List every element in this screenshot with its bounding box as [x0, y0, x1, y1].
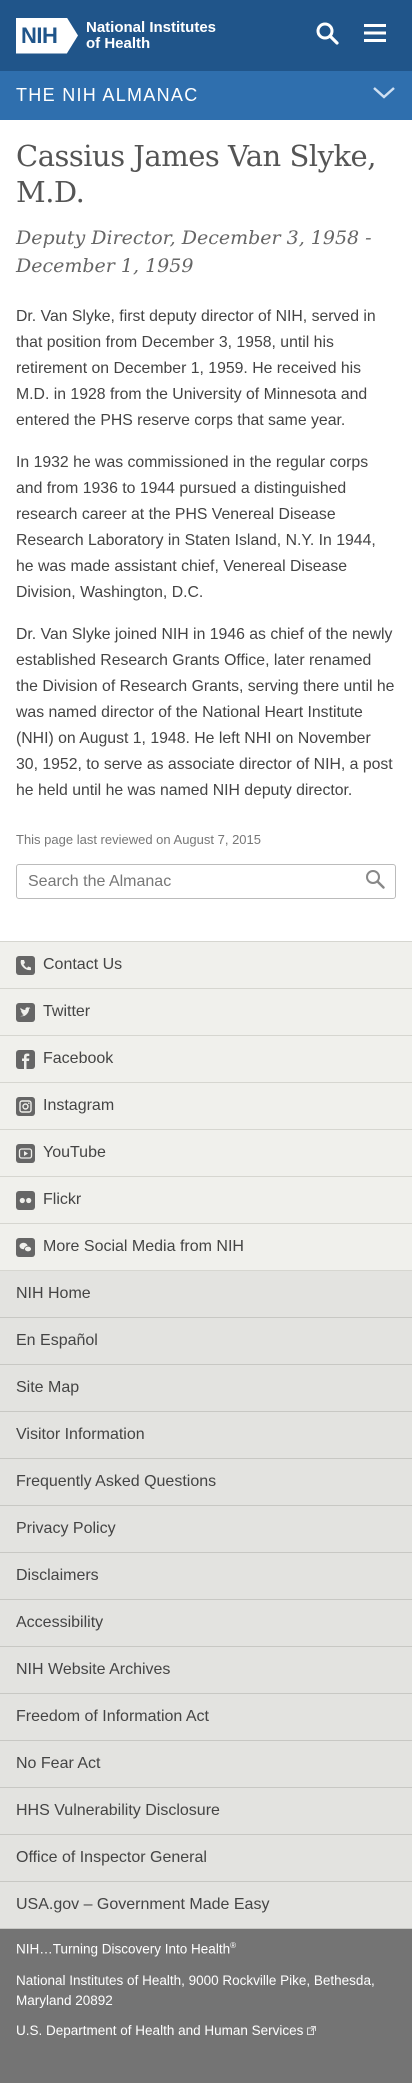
footer-link-nih-home[interactable]: NIH Home — [0, 1271, 412, 1318]
social-link-youtube[interactable]: YouTube — [0, 1130, 412, 1177]
footer-link-accessibility[interactable]: Accessibility — [0, 1600, 412, 1647]
footer-link-usa-gov[interactable]: USA.gov – Government Made Easy — [0, 1882, 412, 1929]
footer-link-no-fear-act[interactable]: No Fear Act — [0, 1741, 412, 1788]
nih-tagline: NIH…Turning Discovery Into Health® — [16, 1941, 236, 1957]
social-link-facebook[interactable]: Facebook — [0, 1036, 412, 1083]
flickr-icon — [16, 1190, 35, 1210]
social-link-twitter[interactable]: Twitter — [0, 989, 412, 1036]
social-link-contact-us[interactable]: Contact Us — [0, 942, 412, 989]
footer-link-site-map[interactable]: Site Map — [0, 1365, 412, 1412]
footer-link-en-espanol[interactable]: En Español — [0, 1318, 412, 1365]
body-paragraph: Dr. Van Slyke, first deputy director of … — [16, 308, 376, 429]
footer-link-faq[interactable]: Frequently Asked Questions — [0, 1459, 412, 1506]
social-media-icon — [16, 1237, 35, 1257]
phone-icon — [16, 955, 35, 975]
facebook-icon — [16, 1049, 35, 1069]
social-link-flickr[interactable]: Flickr — [0, 1177, 412, 1224]
footer-bottom: NIH…Turning Discovery Into Health® Natio… — [0, 1929, 412, 2083]
almanac-title: THE NIH ALMANAC — [16, 85, 199, 105]
nih-logo[interactable]: NIH National Institutes of Health — [16, 17, 217, 54]
footer-link-hhs-vulnerability[interactable]: HHS Vulnerability Disclosure — [0, 1788, 412, 1835]
body-paragraph: In 1932 he was commissioned in the regul… — [16, 454, 376, 601]
footer-link-foia[interactable]: Freedom of Information Act — [0, 1694, 412, 1741]
nih-logo-mark: NIH — [16, 17, 78, 54]
social-link-more-social-media[interactable]: More Social Media from NIH — [0, 1224, 412, 1271]
site-header: NIH National Institutes of Health — [0, 0, 412, 71]
main-content: Cassius James Van Slyke, M.D. Deputy Dir… — [0, 120, 412, 899]
last-reviewed-text: This page last reviewed on August 7, 201… — [16, 832, 261, 847]
page-title: Cassius James Van Slyke, M.D. — [16, 139, 376, 209]
hamburger-menu-icon[interactable] — [362, 20, 388, 46]
footer-link-inspector-general[interactable]: Office of Inspector General — [0, 1835, 412, 1882]
search-icon[interactable] — [314, 20, 340, 46]
social-link-instagram[interactable]: Instagram — [0, 1083, 412, 1130]
search-icon[interactable] — [365, 869, 385, 894]
footer-link-website-archives[interactable]: NIH Website Archives — [0, 1647, 412, 1694]
nih-logo-text: National Institutes of Health — [86, 18, 217, 52]
instagram-icon — [16, 1096, 35, 1116]
footer-link-disclaimers[interactable]: Disclaimers — [0, 1553, 412, 1600]
external-link-icon — [307, 2023, 317, 2038]
hhs-link[interactable]: U.S. Department of Health and Human Serv… — [16, 2023, 396, 2038]
nih-address: National Institutes of Health, 9000 Rock… — [16, 1972, 375, 2008]
twitter-icon — [16, 1002, 35, 1022]
almanac-search — [16, 864, 396, 899]
body-paragraph: Dr. Van Slyke joined NIH in 1946 as chie… — [16, 626, 395, 799]
chevron-down-icon[interactable] — [372, 86, 396, 105]
search-input[interactable] — [28, 872, 358, 891]
youtube-icon — [16, 1143, 35, 1163]
almanac-menu-bar[interactable]: THE NIH ALMANAC — [0, 71, 412, 120]
social-links: Contact Us Twitter Facebook Instagram Yo… — [0, 941, 412, 1271]
footer-link-visitor-information[interactable]: Visitor Information — [0, 1412, 412, 1459]
footer-link-privacy-policy[interactable]: Privacy Policy — [0, 1506, 412, 1553]
footer-links: NIH Home En Español Site Map Visitor Inf… — [0, 1271, 412, 1929]
page-subtitle: Deputy Director, December 3, 1958 - Dece… — [16, 227, 372, 277]
